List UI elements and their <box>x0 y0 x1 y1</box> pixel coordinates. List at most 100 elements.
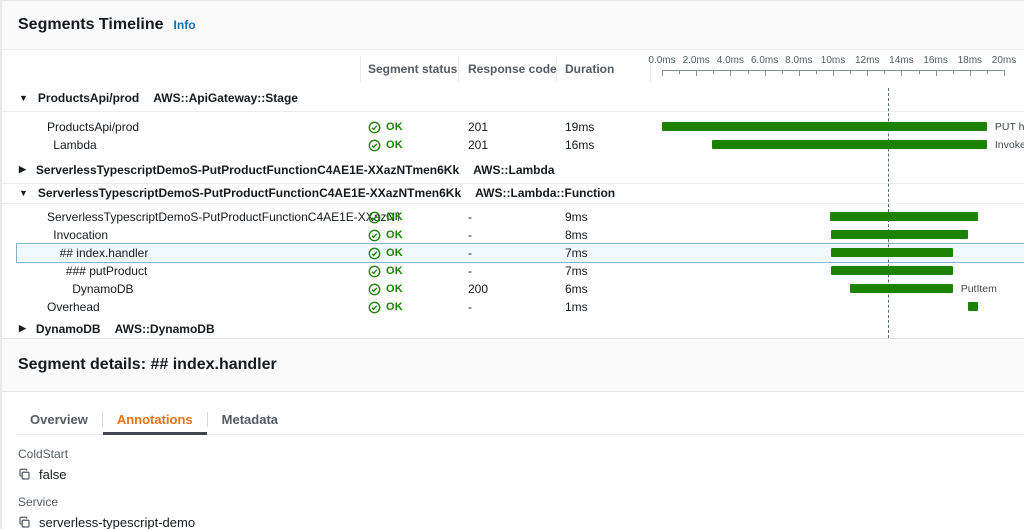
segment-name: DynamoDB <box>72 280 133 298</box>
ok-status-icon <box>368 283 381 296</box>
segment-row[interactable]: OverheadOK-1ms <box>2 298 1024 316</box>
segment-row[interactable]: ServerlessTypescriptDemoS-PutProductFunc… <box>2 208 1024 226</box>
segment-name: ProductsApi/prod <box>47 118 139 136</box>
segment-name: Lambda <box>53 136 96 154</box>
segment-name: Invocation <box>53 226 108 244</box>
response-code: - <box>468 244 472 262</box>
segment-status: OK <box>368 298 403 316</box>
group-header-expanded[interactable]: ▼ProductsApi/prodAWS::ApiGateway::Stage <box>2 86 1024 112</box>
axis-major-tick <box>901 70 902 76</box>
group-rows: ProductsApi/prod OK 201 19ms PUT httpLambda O… <box>2 118 1024 154</box>
segment-name: Overhead <box>47 298 100 316</box>
group-resource-type: AWS::ApiGateway::Stage <box>153 91 298 105</box>
segments-timeline-panel: Segments Timeline Info Segment status Re… <box>0 0 1024 529</box>
segments-table-body: ▼ProductsApi/prodAWS::ApiGateway::StageP… <box>2 86 1024 338</box>
caret-right-icon: ▶ <box>19 164 26 175</box>
segment-timeline-bar[interactable] <box>968 302 978 311</box>
segment-status: OK <box>368 208 403 226</box>
group-header-collapsed[interactable]: ▶ServerlessTypescriptDemoS-PutProductFun… <box>2 154 1024 184</box>
annotation-field: Service serverless-typescript-demo <box>18 495 1024 529</box>
tab-overview[interactable]: Overview <box>30 405 102 434</box>
segment-timeline-bar[interactable] <box>831 266 952 275</box>
details-tabs: OverviewAnnotationsMetadata <box>30 405 1024 434</box>
annotation-field-value-row: false <box>18 467 1024 482</box>
ok-status-icon <box>368 139 381 152</box>
annotation-field-label: Service <box>18 495 1024 509</box>
segment-timeline-bar[interactable] <box>831 248 952 257</box>
axis-minor-tick <box>884 70 885 74</box>
segment-row[interactable]: ### putProductOK-7ms <box>2 262 1024 280</box>
axis-major-tick <box>1004 70 1005 76</box>
tab-annotations[interactable]: Annotations <box>103 405 207 434</box>
annotations-content: ColdStart false Service serverless-typescri… <box>2 435 1024 529</box>
segment-status-text: OK <box>386 280 403 298</box>
axis-minor-tick <box>953 70 954 74</box>
segment-timeline-bar[interactable] <box>712 140 987 149</box>
timeline-axis: 0.0ms2.0ms4.0ms6.0ms8.0ms10ms12ms14ms16m… <box>2 50 1024 86</box>
axis-minor-tick <box>782 70 783 74</box>
axis-tick-label: 16ms <box>923 55 947 66</box>
group-resource-type: AWS::DynamoDB <box>115 322 215 336</box>
axis-tick-label: 8.0ms <box>785 55 812 66</box>
axis-tick-label: 12ms <box>855 55 879 66</box>
axis-minor-tick <box>748 70 749 74</box>
segment-timeline-bar[interactable] <box>830 212 979 221</box>
table-header: Segment status Response code Duration 0.… <box>2 50 1024 86</box>
ok-status-icon <box>368 211 381 224</box>
axis-minor-tick <box>987 70 988 74</box>
segment-row-selected[interactable]: ## index.handlerOK-7ms <box>2 244 1024 262</box>
bar-annotation-label: Invoke: S <box>995 136 1024 154</box>
segment-status: OK <box>368 244 403 262</box>
response-code: 201 <box>468 136 488 154</box>
group-header-collapsed[interactable]: ▶DynamoDBAWS::DynamoDB <box>2 316 1024 338</box>
axis-minor-tick <box>850 70 851 74</box>
duration: 9ms <box>565 208 588 226</box>
segment-row[interactable]: DynamoDBOK2006msPutItem <box>2 280 1024 298</box>
segment-status-text: OK <box>386 136 403 154</box>
segment-row[interactable]: InvocationOK-8ms <box>2 226 1024 244</box>
duration: 8ms <box>565 226 588 244</box>
bar-annotation-label: PUT http <box>995 118 1024 136</box>
page-title: Segments Timeline <box>18 16 164 34</box>
duration: 1ms <box>565 298 588 316</box>
segment-status: OK <box>368 280 403 298</box>
segment-row[interactable]: Lambda OK 201 16ms Invoke: S <box>2 136 1024 154</box>
axis-major-tick <box>730 70 731 76</box>
caret-down-icon: ▼ <box>19 93 28 103</box>
segment-timeline-bar[interactable] <box>662 122 987 131</box>
axis-tick-label: 18ms <box>958 55 982 66</box>
panel-header: Segments Timeline Info <box>2 1 1024 50</box>
axis-tick-label: 14ms <box>889 55 913 66</box>
axis-major-tick <box>833 70 834 76</box>
copy-icon[interactable] <box>18 468 31 481</box>
segment-timeline-bar[interactable] <box>831 230 968 239</box>
axis-minor-tick <box>679 70 680 74</box>
annotation-field: ColdStart false <box>18 447 1024 482</box>
segment-name: ### putProduct <box>66 262 147 280</box>
info-link[interactable]: Info <box>174 18 196 32</box>
axis-major-tick <box>867 70 868 76</box>
ok-status-icon <box>368 265 381 278</box>
group-rows: ServerlessTypescriptDemoS-PutProductFunc… <box>2 208 1024 316</box>
group-resource-type: AWS::Lambda <box>473 163 554 177</box>
group-header-expanded[interactable]: ▼ServerlessTypescriptDemoS-PutProductFun… <box>2 184 1024 204</box>
axis-major-tick <box>765 70 766 76</box>
copy-icon[interactable] <box>18 516 31 529</box>
duration: 16ms <box>565 136 594 154</box>
response-code: 200 <box>468 280 488 298</box>
annotation-field-label: ColdStart <box>18 447 1024 461</box>
annotation-field-value: false <box>39 467 66 482</box>
ok-status-icon <box>368 301 381 314</box>
axis-major-tick <box>696 70 697 76</box>
duration: 7ms <box>565 262 588 280</box>
group-name: ServerlessTypescriptDemoS-PutProductFunc… <box>38 186 461 200</box>
segment-status-text: OK <box>386 262 403 280</box>
axis-minor-tick <box>816 70 817 74</box>
segment-row[interactable]: ProductsApi/prodOK20119msPUT http <box>2 118 1024 136</box>
annotation-field-value: serverless-typescript-demo <box>39 515 195 529</box>
segment-timeline-bar[interactable] <box>850 284 953 293</box>
bar-annotation-label: PutItem <box>961 280 997 298</box>
segment-status-text: OK <box>386 226 403 244</box>
tab-metadata[interactable]: Metadata <box>208 405 292 434</box>
duration: 19ms <box>565 118 594 136</box>
